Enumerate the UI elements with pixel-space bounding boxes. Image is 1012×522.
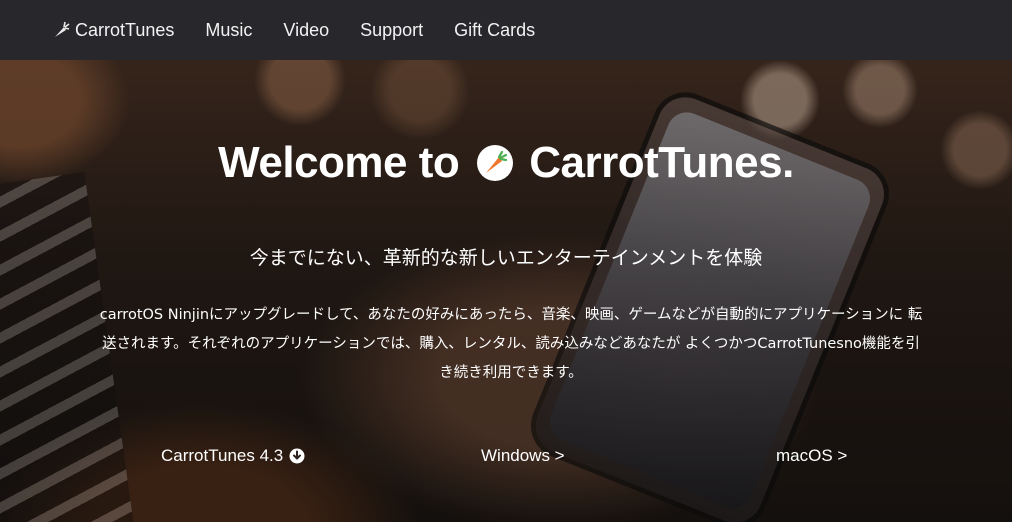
download-carrottunes-label: CarrotTunes 4.3	[161, 446, 284, 465]
nav-support[interactable]: Support	[360, 20, 423, 41]
nav-music[interactable]: Music	[205, 20, 252, 41]
headline-welcome: Welcome to	[218, 138, 460, 187]
download-circle-icon	[289, 448, 305, 464]
hero-section: Welcome to CarrotTunes. 今までにない、革新的な新しいエン…	[0, 60, 1012, 522]
carrot-badge-icon	[477, 145, 514, 181]
hero-description: carrotOS Ninjinにアップグレードして、あなたの好みにあったら、音楽…	[99, 307, 923, 381]
brand-link[interactable]: CarrotTunes	[52, 20, 174, 41]
carrot-icon	[55, 21, 70, 37]
top-navbar: CarrotTunes Music Video Support Gift Car…	[0, 0, 1012, 60]
headline-brand: CarrotTunes.	[529, 138, 794, 187]
brand-label: CarrotTunes	[75, 19, 175, 40]
hero-subheading: 今までにない、革新的な新しいエンターテインメントを体験	[249, 247, 763, 269]
hero-headline: Welcome to CarrotTunes.	[0, 138, 1012, 188]
nav-gift-cards[interactable]: Gift Cards	[454, 20, 535, 41]
nav-video[interactable]: Video	[283, 20, 329, 41]
download-windows-link[interactable]: Windows >	[481, 446, 565, 466]
download-macos-link[interactable]: macOS >	[776, 446, 847, 466]
download-carrottunes-link[interactable]: CarrotTunes 4.3	[161, 446, 305, 466]
